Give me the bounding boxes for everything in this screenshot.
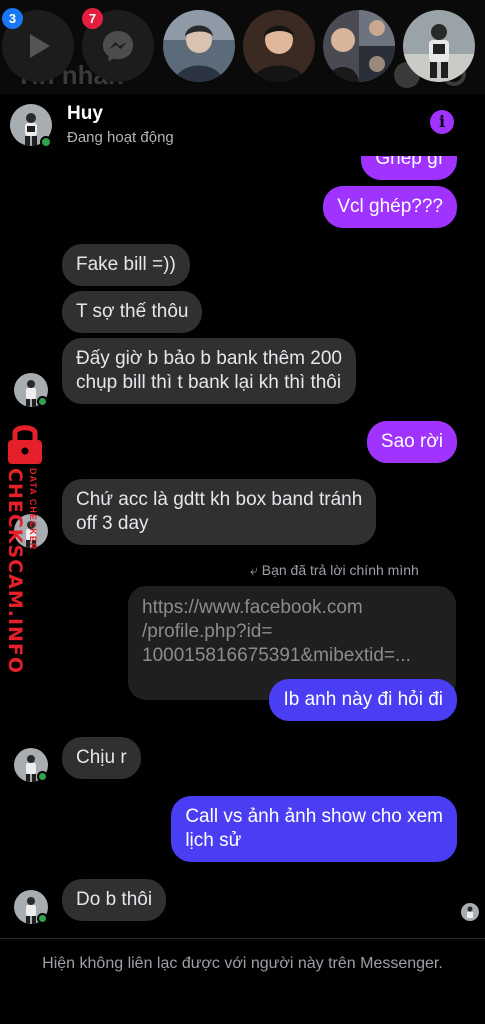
contact-head-4[interactable] <box>403 10 475 82</box>
message-clip: Ghép gì <box>0 156 485 182</box>
avatar <box>243 10 315 82</box>
message-incoming[interactable]: Fake bill =)) <box>62 244 190 286</box>
avatar <box>163 10 235 82</box>
message-incoming[interactable]: T sợ thế thôu <box>62 291 203 333</box>
chat-header: Huy Đang hoạt động i <box>0 94 485 156</box>
contact-head-2[interactable] <box>243 10 315 82</box>
quoted-line: 100015816675391&mibextid=... <box>142 645 411 666</box>
contact-name[interactable]: Huy <box>67 103 103 125</box>
online-indicator <box>37 913 48 924</box>
reply-note: ⤶ Bạn đã trả lời chính mình <box>250 562 419 579</box>
message-outgoing[interactable]: Vcl ghép??? <box>323 186 457 228</box>
composer-disabled-footer: Hiện không liên lạc được với người này t… <box>0 938 485 1024</box>
message-outgoing[interactable]: Sao rời <box>366 421 457 463</box>
messenger-icon <box>103 31 133 62</box>
info-icon[interactable]: i <box>430 110 454 134</box>
watermark-subtext: DATA CHECKER <box>28 468 38 551</box>
play-icon <box>30 34 50 58</box>
quoted-line: https://www.facebook.com <box>142 597 363 618</box>
quoted-line: /profile.php?id= <box>142 621 273 642</box>
message-line: off 3 day <box>76 513 149 534</box>
lock-icon <box>8 425 42 464</box>
message-line: chụp bill thì t bank lại kh thì thôi <box>76 372 342 393</box>
online-indicator <box>37 396 48 407</box>
message-line: Đấy giờ b bảo b bank thêm 200 <box>76 348 342 369</box>
message-line: Call vs ảnh ảnh show cho xem <box>185 806 443 827</box>
unavailable-notice: Hiện không liên lạc được với người này t… <box>42 955 443 972</box>
unread-badge: 3 <box>2 8 23 29</box>
seen-receipt-avatar <box>461 903 479 921</box>
message-outgoing[interactable]: Ib anh này đi hỏi đi <box>269 679 457 721</box>
chat-heads-strip: Tin nhắn 3 7 <box>0 0 485 94</box>
unread-badge: 7 <box>82 8 103 29</box>
message-line: lịch sử <box>185 830 242 851</box>
message-incoming[interactable]: Do b thôi <box>62 879 167 921</box>
reply-note-text: Bạn đã trả lời chính mình <box>261 562 419 578</box>
message-outgoing[interactable]: Ghép gì <box>361 156 457 180</box>
watermark: CHECKSCAM.INFO DATA CHECKER <box>0 420 48 674</box>
message-outgoing[interactable]: Call vs ảnh ảnh show cho xem lịch sử <box>171 796 457 862</box>
online-indicator <box>37 771 48 782</box>
avatar <box>403 10 475 82</box>
online-indicator <box>40 136 52 148</box>
contact-head-1[interactable] <box>163 10 235 82</box>
contact-head-3[interactable] <box>323 10 395 82</box>
message-line: Chứ acc là gdtt kh box band tránh <box>76 489 363 510</box>
avatar <box>323 10 395 82</box>
active-status: Đang hoạt động <box>67 129 174 146</box>
reply-icon: ⤶ <box>250 562 258 578</box>
watermark-text: CHECKSCAM.INFO <box>4 468 26 675</box>
message-incoming[interactable]: Chứ acc là gdtt kh box band tránh off 3 … <box>62 479 377 545</box>
message-incoming[interactable]: Đấy giờ b bảo b bank thêm 200 chụp bill … <box>62 338 356 404</box>
message-incoming[interactable]: Chịu r <box>62 737 141 779</box>
